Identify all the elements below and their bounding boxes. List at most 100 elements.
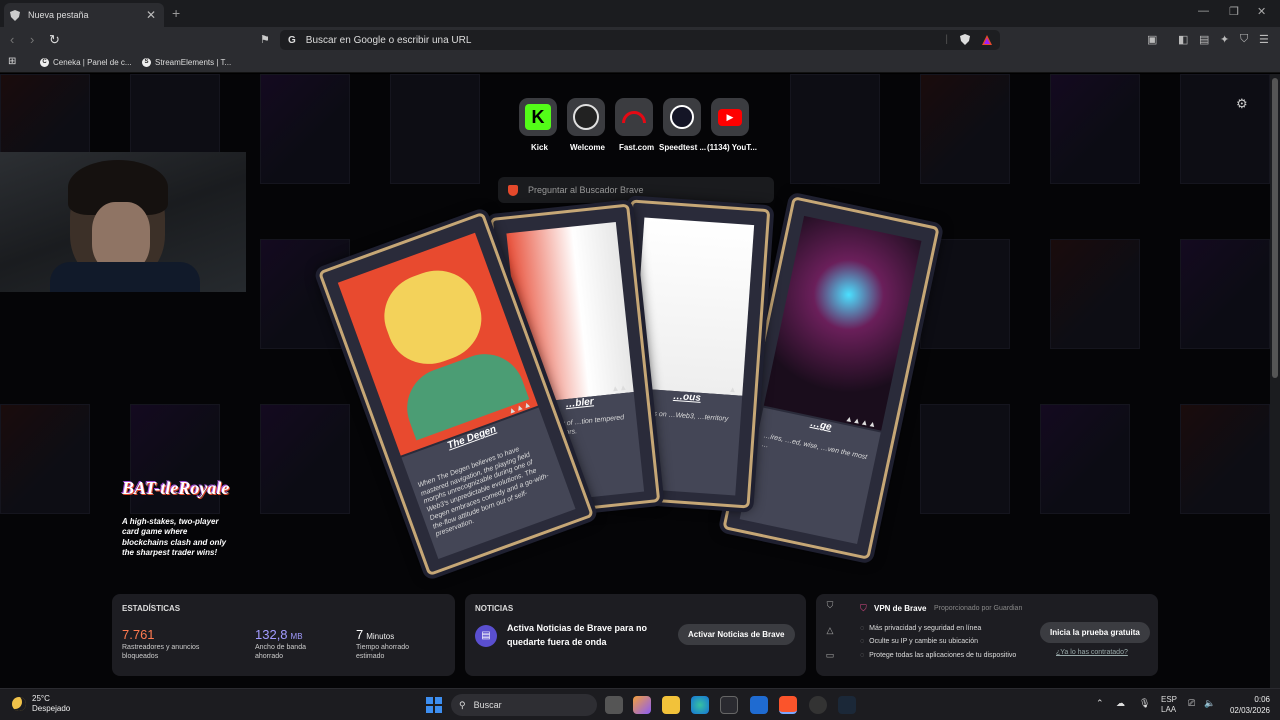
search-icon: ⚲ [459,699,466,710]
language-indicator[interactable]: ESP LAA [1161,695,1177,716]
person-shirt [50,262,200,292]
sponsored-promo[interactable]: BAT-tleRoyale A high-stakes, two-player … [122,478,232,559]
vpn-feature-text: Más privacidad y seguridad en línea [869,625,982,632]
widget-switcher: ⛉ △ ▭ [822,600,838,675]
maximize-icon[interactable]: ❐ [1229,5,1239,18]
talk-tab-icon[interactable]: ▭ [822,650,838,661]
close-tab-icon[interactable]: ✕ [146,8,156,22]
steam-icon[interactable] [838,696,856,714]
news-widget: NOTICIAS ▤ Activa Noticias de Brave para… [465,594,806,676]
tray-overflow-icon[interactable]: ⌃ [1096,698,1104,709]
top-site-welcome[interactable] [567,98,605,136]
vpn-icon[interactable]: ⛉ [1240,33,1248,46]
network-icon[interactable]: ⎚ [1188,698,1195,709]
background-tile [1180,74,1270,184]
bandwidth-label: Ancho de banda ahorrado [255,644,306,661]
vpn-shield-icon: ⛉ [860,603,867,613]
edge-icon[interactable] [691,696,709,714]
onedrive-icon[interactable]: ☁ [1116,698,1125,709]
background-tile [1040,404,1130,514]
already-purchased-link[interactable]: ¿Ya lo has contratado? [1056,649,1128,656]
bookmark-item[interactable]: C Ceneka | Panel de c... [40,58,132,67]
volume-icon[interactable]: 🔈 [1204,698,1215,709]
background-tile [260,404,350,514]
scrollbar-thumb[interactable] [1272,78,1278,378]
sidebar-icon[interactable]: ◧ [1178,33,1188,46]
vpn-feature: ◌ Más privacidad y seguridad en línea [860,622,1016,635]
battle-royale-logo: BAT-tleRoyale [122,478,230,498]
vpn-tab-icon[interactable]: ⛉ [822,600,838,611]
brave-taskbar-icon[interactable] [779,696,797,714]
trackers-blocked-label: Rastreadores y anuncios bloqueados [122,644,200,661]
card-art [632,217,755,396]
weather-widget[interactable]: 25°C Despejado [12,694,70,715]
new-tab-button[interactable]: + [172,5,180,21]
start-button[interactable] [426,697,442,713]
triangle-icons: ▲▲ [610,382,628,394]
settings-gear-icon[interactable]: ⚙ [1236,96,1248,112]
taskbar-search-label: Buscar [473,700,502,710]
windows-taskbar: 25°C Despejado ⚲ Buscar ⌃ ☁ 🎙 ESP LAA ⎚ … [0,688,1280,720]
clock[interactable]: 0:06 02/03/2026 [1222,694,1270,716]
vpn-feature: ◌ Oculte su IP y cambie su ubicación [860,635,1016,648]
reload-icon[interactable]: ↻ [49,32,60,48]
store-icon[interactable] [720,696,738,714]
brave-shield-icon [10,9,20,21]
check-icon: ◌ [860,651,865,659]
clock-date: 02/03/2026 [1229,706,1270,716]
page-scrollbar[interactable] [1270,74,1280,688]
background-tile [1180,404,1270,514]
bookmarks-bar: ⊞ C Ceneka | Panel de c... S StreamEleme… [0,53,1280,73]
background-tile [920,74,1010,184]
microphone-icon[interactable]: 🎙 [1139,698,1150,709]
ceneka-icon: C [40,58,49,67]
minimize-icon[interactable]: — [1198,5,1209,17]
top-site-youtube[interactable]: ▶ [711,98,749,136]
time-saved-label: Tiempo ahorrado estimado [356,644,410,661]
divider: | [945,34,948,45]
youtube-icon: ▶ [711,98,749,136]
background-tile [790,74,880,184]
background-tile [390,74,480,184]
triangle-icons: ▲ [728,384,737,395]
apps-grid-icon[interactable]: ⊞ [8,56,16,67]
copilot-icon[interactable] [633,696,651,714]
vpn-feature-text: Oculte su IP y cambie su ubicación [869,638,978,646]
rewards-tab-icon[interactable]: △ [822,625,838,636]
back-icon[interactable]: ‹ [10,32,14,47]
start-trial-button[interactable]: Inicia la prueba gratuita [1040,622,1150,643]
task-view-icon[interactable] [605,696,623,714]
close-window-icon[interactable]: ✕ [1257,5,1266,18]
forward-icon[interactable]: › [30,32,34,47]
obs-icon [567,98,605,136]
top-site-speedtest[interactable] [663,98,701,136]
enable-news-button[interactable]: Activar Noticias de Brave [678,624,795,645]
top-site-kick[interactable]: K [519,98,557,136]
menu-icon[interactable]: ☰ [1259,33,1269,46]
bookmark-icon[interactable]: ⚑ [260,33,270,46]
vpn-title: VPN de Brave [874,604,927,613]
vpn-feature-text: Protege todas las aplicaciones de tu dis… [869,651,1017,659]
top-site-fast[interactable] [615,98,653,136]
check-icon: ◌ [860,638,865,646]
address-bar[interactable]: G Buscar en Google o escribir una URL | [280,30,1000,50]
cast-icon[interactable]: ▣ [1147,33,1157,46]
background-tile [1050,239,1140,349]
leo-ai-icon[interactable]: ✦ [1220,33,1229,46]
taskbar-search[interactable]: ⚲ Buscar [451,694,597,716]
obs-taskbar-icon[interactable] [809,696,827,714]
check-icon: ◌ [860,625,865,632]
bookmark-item[interactable]: S StreamElements | T... [142,58,231,67]
brave-shields-icon[interactable] [960,34,970,45]
top-site-label: Fast.com [619,143,655,152]
top-site-label: Welcome [570,143,605,152]
browser-toolbar: ‹ › ↻ ⚑ G Buscar en Google o escribir un… [0,27,1280,53]
file-explorer-icon[interactable] [662,696,680,714]
time-unit: Minutos [366,632,395,641]
tab-new-tab[interactable]: Nueva pestaña ✕ [4,3,164,27]
address-placeholder: Buscar en Google o escribir una URL [305,34,472,46]
brave-rewards-icon[interactable] [982,34,992,45]
vpn-provider: Proporcionado por Guardian [934,605,1023,612]
wallet-icon[interactable]: ▤ [1199,33,1209,46]
outlook-icon[interactable] [750,696,768,714]
